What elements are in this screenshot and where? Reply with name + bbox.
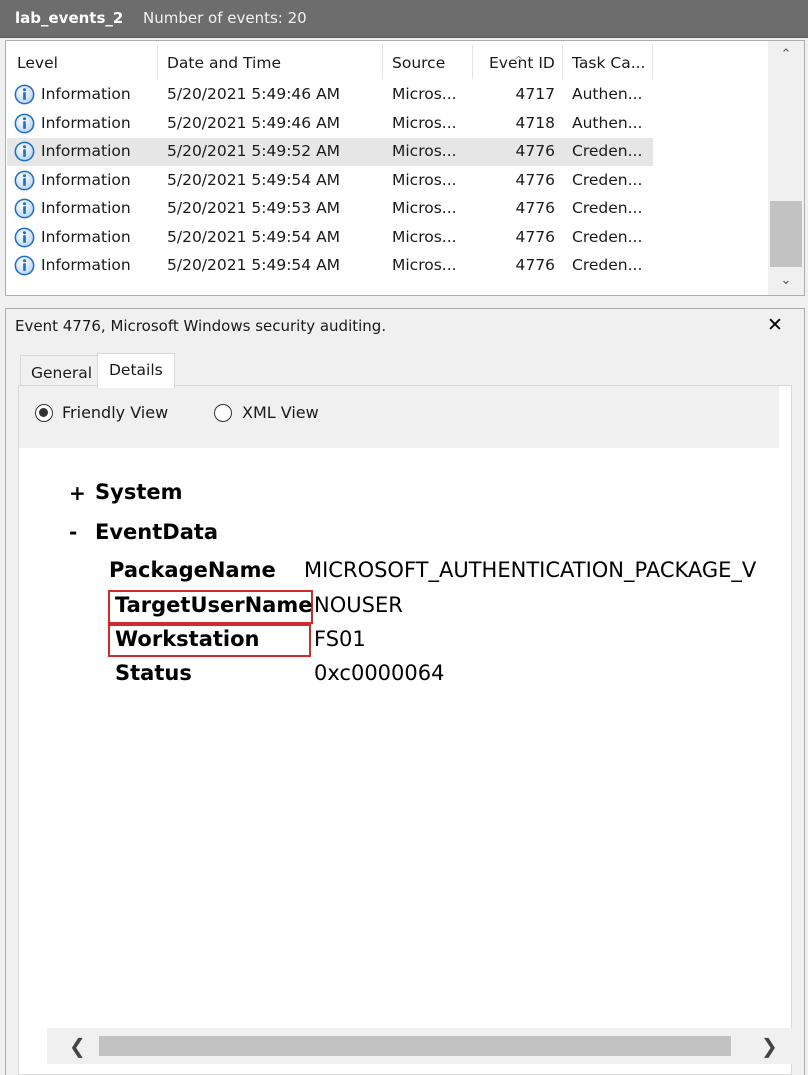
table-row[interactable]: Information 5/20/2021 5:49:54 AM Micros...…: [7, 224, 653, 252]
cell-task-category: Creden...: [572, 170, 643, 189]
system-node-label[interactable]: System: [95, 480, 182, 504]
chevron-up-icon[interactable]: ⌃: [768, 47, 804, 67]
info-icon: [14, 141, 35, 162]
expand-system-toggle[interactable]: +: [69, 481, 86, 505]
table-row[interactable]: Information 5/20/2021 5:49:53 AM Micros...…: [7, 195, 653, 223]
cell-source: Micros...: [392, 227, 457, 246]
cell-task-category: Creden...: [572, 227, 643, 246]
log-title-bar: lab_events_2 Number of events: 20: [0, 0, 808, 38]
info-icon: [14, 113, 35, 134]
info-icon: [14, 84, 35, 105]
info-icon: [14, 227, 35, 248]
table-row[interactable]: Information 5/20/2021 5:49:52 AM Micros...…: [7, 138, 653, 166]
cell-task-category: Authen...: [572, 85, 643, 103]
cell-level: Information: [41, 170, 131, 189]
collapse-eventdata-toggle[interactable]: -: [69, 520, 77, 544]
field-key-packagename: PackageName: [109, 558, 276, 582]
column-header-source[interactable]: Source: [392, 54, 445, 72]
cell-level: Information: [41, 142, 131, 160]
log-name: lab_events_2: [15, 9, 124, 27]
cell-task-category: Creden...: [572, 199, 643, 217]
field-key-targetusername: TargetUserName: [115, 593, 313, 617]
xml-view-radio[interactable]: [214, 404, 232, 422]
friendly-view-radio[interactable]: [35, 404, 53, 422]
friendly-view-label[interactable]: Friendly View: [62, 403, 168, 422]
event-details-title: Event 4776, Microsoft Windows security a…: [15, 317, 387, 335]
cell-event-id: 4776: [515, 170, 555, 189]
cell-task-category: Creden...: [572, 256, 643, 274]
eventdata-node-label[interactable]: EventData: [95, 520, 218, 544]
cell-level: Information: [41, 256, 131, 274]
xml-view-label[interactable]: XML View: [242, 403, 319, 422]
list-vertical-scrollbar[interactable]: ⌃ ⌄: [768, 41, 804, 295]
cell-date-time: 5/20/2021 5:49:54 AM: [167, 227, 341, 246]
table-row[interactable]: Information 5/20/2021 5:49:46 AM Micros...…: [7, 81, 653, 109]
list-scroll-thumb[interactable]: [770, 201, 802, 267]
cell-source: Micros...: [392, 256, 457, 274]
chevron-down-icon[interactable]: ⌄: [768, 273, 804, 293]
view-mode-bar: Friendly View XML View: [19, 386, 779, 448]
details-tab-content: Friendly View XML View + System - EventD…: [18, 385, 792, 1075]
details-scroll-thumb[interactable]: [99, 1036, 731, 1056]
chevron-right-icon[interactable]: ❯: [761, 1034, 778, 1058]
event-details-pane: Event 4776, Microsoft Windows security a…: [5, 308, 805, 1075]
cell-source: Micros...: [392, 142, 457, 160]
cell-level: Information: [41, 113, 131, 132]
column-header-date-time[interactable]: Date and Time: [167, 54, 281, 72]
tab-details[interactable]: Details: [97, 353, 175, 388]
pane-splitter[interactable]: [0, 297, 808, 308]
cell-event-id: 4776: [515, 199, 555, 217]
chevron-left-icon[interactable]: ❮: [69, 1034, 86, 1058]
field-value-packagename: MICROSOFT_AUTHENTICATION_PACKAGE_V: [304, 558, 757, 582]
close-icon[interactable]: ✕: [762, 312, 788, 338]
cell-date-time: 5/20/2021 5:49:52 AM: [167, 142, 341, 160]
column-header-event-id[interactable]: Event ID: [489, 54, 555, 72]
field-key-workstation: Workstation: [115, 627, 260, 651]
field-key-status: Status: [115, 661, 192, 685]
field-value-targetusername: NOUSER: [314, 593, 403, 617]
table-row[interactable]: Information 5/20/2021 5:49:46 AM Micros...…: [7, 110, 653, 138]
info-icon: [14, 198, 35, 219]
events-list[interactable]: Level Date and Time Source ^ Event ID Ta…: [5, 40, 805, 296]
cell-event-id: 4717: [515, 85, 555, 103]
event-count: Number of events: 20: [143, 9, 307, 27]
column-header-row: Level Date and Time Source ^ Event ID Ta…: [6, 41, 766, 81]
details-horizontal-scrollbar[interactable]: ❮ ❯: [47, 1028, 792, 1064]
cell-date-time: 5/20/2021 5:49:54 AM: [167, 170, 341, 189]
cell-source: Micros...: [392, 85, 457, 103]
column-header-level[interactable]: Level: [17, 54, 58, 72]
cell-source: Micros...: [392, 170, 457, 189]
cell-event-id: 4776: [515, 256, 555, 274]
cell-event-id: 4718: [515, 113, 555, 132]
field-value-workstation: FS01: [314, 627, 366, 651]
cell-source: Micros...: [392, 199, 457, 217]
tab-general[interactable]: General: [20, 355, 98, 388]
cell-date-time: 5/20/2021 5:49:46 AM: [167, 113, 341, 132]
table-row[interactable]: Information 5/20/2021 5:49:54 AM Micros...…: [7, 252, 653, 280]
column-header-task-category[interactable]: Task Ca...: [572, 54, 645, 72]
cell-event-id: 4776: [515, 142, 555, 160]
cell-source: Micros...: [392, 113, 457, 132]
cell-level: Information: [41, 227, 131, 246]
info-icon: [14, 170, 35, 191]
info-icon: [14, 255, 35, 276]
cell-date-time: 5/20/2021 5:49:54 AM: [167, 256, 341, 274]
table-row[interactable]: Information 5/20/2021 5:49:54 AM Micros...…: [7, 167, 653, 195]
cell-task-category: Creden...: [572, 142, 643, 160]
friendly-view-content: + System - EventData PackageName MICROSO…: [47, 448, 774, 1028]
cell-date-time: 5/20/2021 5:49:53 AM: [167, 199, 341, 217]
cell-task-category: Authen...: [572, 113, 643, 132]
field-value-status: 0xc0000064: [314, 661, 445, 685]
cell-date-time: 5/20/2021 5:49:46 AM: [167, 85, 341, 103]
cell-level: Information: [41, 199, 131, 217]
cell-event-id: 4776: [515, 227, 555, 246]
cell-level: Information: [41, 85, 131, 103]
